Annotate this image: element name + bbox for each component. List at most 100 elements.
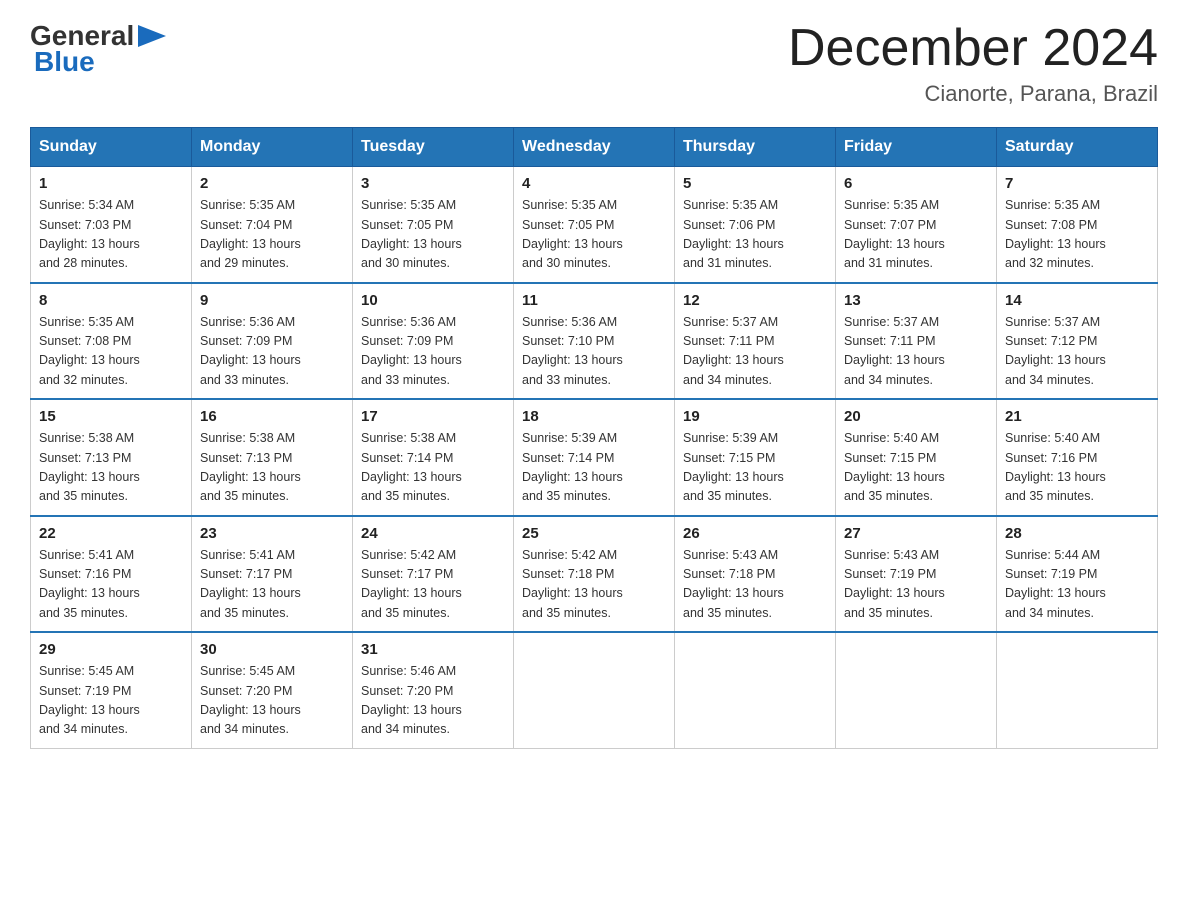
col-sunday: Sunday [31, 128, 192, 167]
table-row: 11 Sunrise: 5:36 AM Sunset: 7:10 PM Dayl… [514, 283, 675, 400]
table-row: 25 Sunrise: 5:42 AM Sunset: 7:18 PM Dayl… [514, 516, 675, 633]
calendar-week-row: 8 Sunrise: 5:35 AM Sunset: 7:08 PM Dayli… [31, 283, 1158, 400]
day-number: 13 [844, 292, 988, 309]
table-row: 13 Sunrise: 5:37 AM Sunset: 7:11 PM Dayl… [836, 283, 997, 400]
col-monday: Monday [192, 128, 353, 167]
day-number: 6 [844, 175, 988, 192]
day-info: Sunrise: 5:44 AM Sunset: 7:19 PM Dayligh… [1005, 546, 1149, 624]
day-number: 9 [200, 292, 344, 309]
day-number: 14 [1005, 292, 1149, 309]
table-row: 1 Sunrise: 5:34 AM Sunset: 7:03 PM Dayli… [31, 167, 192, 283]
day-info: Sunrise: 5:43 AM Sunset: 7:18 PM Dayligh… [683, 546, 827, 624]
day-number: 17 [361, 408, 505, 425]
month-title: December 2024 [788, 20, 1158, 77]
day-number: 15 [39, 408, 183, 425]
table-row [514, 632, 675, 748]
day-number: 16 [200, 408, 344, 425]
day-number: 31 [361, 641, 505, 658]
table-row [675, 632, 836, 748]
day-info: Sunrise: 5:40 AM Sunset: 7:16 PM Dayligh… [1005, 429, 1149, 507]
day-number: 29 [39, 641, 183, 658]
table-row: 16 Sunrise: 5:38 AM Sunset: 7:13 PM Dayl… [192, 399, 353, 516]
day-info: Sunrise: 5:40 AM Sunset: 7:15 PM Dayligh… [844, 429, 988, 507]
table-row: 9 Sunrise: 5:36 AM Sunset: 7:09 PM Dayli… [192, 283, 353, 400]
day-info: Sunrise: 5:41 AM Sunset: 7:16 PM Dayligh… [39, 546, 183, 624]
logo-flag-icon [136, 23, 168, 49]
day-number: 11 [522, 292, 666, 309]
calendar-header-row: Sunday Monday Tuesday Wednesday Thursday… [31, 128, 1158, 167]
table-row: 26 Sunrise: 5:43 AM Sunset: 7:18 PM Dayl… [675, 516, 836, 633]
table-row: 8 Sunrise: 5:35 AM Sunset: 7:08 PM Dayli… [31, 283, 192, 400]
day-info: Sunrise: 5:45 AM Sunset: 7:20 PM Dayligh… [200, 662, 344, 740]
day-info: Sunrise: 5:39 AM Sunset: 7:15 PM Dayligh… [683, 429, 827, 507]
table-row: 12 Sunrise: 5:37 AM Sunset: 7:11 PM Dayl… [675, 283, 836, 400]
day-info: Sunrise: 5:37 AM Sunset: 7:11 PM Dayligh… [844, 313, 988, 391]
day-number: 19 [683, 408, 827, 425]
day-info: Sunrise: 5:36 AM Sunset: 7:09 PM Dayligh… [200, 313, 344, 391]
table-row: 22 Sunrise: 5:41 AM Sunset: 7:16 PM Dayl… [31, 516, 192, 633]
day-info: Sunrise: 5:46 AM Sunset: 7:20 PM Dayligh… [361, 662, 505, 740]
table-row: 27 Sunrise: 5:43 AM Sunset: 7:19 PM Dayl… [836, 516, 997, 633]
table-row [997, 632, 1158, 748]
table-row: 30 Sunrise: 5:45 AM Sunset: 7:20 PM Dayl… [192, 632, 353, 748]
day-number: 22 [39, 525, 183, 542]
table-row: 19 Sunrise: 5:39 AM Sunset: 7:15 PM Dayl… [675, 399, 836, 516]
day-info: Sunrise: 5:38 AM Sunset: 7:13 PM Dayligh… [39, 429, 183, 507]
day-info: Sunrise: 5:42 AM Sunset: 7:17 PM Dayligh… [361, 546, 505, 624]
day-number: 7 [1005, 175, 1149, 192]
day-info: Sunrise: 5:35 AM Sunset: 7:05 PM Dayligh… [522, 196, 666, 274]
day-number: 18 [522, 408, 666, 425]
table-row: 21 Sunrise: 5:40 AM Sunset: 7:16 PM Dayl… [997, 399, 1158, 516]
day-info: Sunrise: 5:45 AM Sunset: 7:19 PM Dayligh… [39, 662, 183, 740]
day-number: 10 [361, 292, 505, 309]
table-row: 4 Sunrise: 5:35 AM Sunset: 7:05 PM Dayli… [514, 167, 675, 283]
day-info: Sunrise: 5:35 AM Sunset: 7:08 PM Dayligh… [39, 313, 183, 391]
col-thursday: Thursday [675, 128, 836, 167]
calendar-table: Sunday Monday Tuesday Wednesday Thursday… [30, 127, 1158, 749]
day-number: 1 [39, 175, 183, 192]
table-row: 2 Sunrise: 5:35 AM Sunset: 7:04 PM Dayli… [192, 167, 353, 283]
day-info: Sunrise: 5:34 AM Sunset: 7:03 PM Dayligh… [39, 196, 183, 274]
table-row: 15 Sunrise: 5:38 AM Sunset: 7:13 PM Dayl… [31, 399, 192, 516]
day-number: 27 [844, 525, 988, 542]
col-saturday: Saturday [997, 128, 1158, 167]
day-number: 2 [200, 175, 344, 192]
day-info: Sunrise: 5:43 AM Sunset: 7:19 PM Dayligh… [844, 546, 988, 624]
day-number: 20 [844, 408, 988, 425]
table-row: 18 Sunrise: 5:39 AM Sunset: 7:14 PM Dayl… [514, 399, 675, 516]
calendar-week-row: 22 Sunrise: 5:41 AM Sunset: 7:16 PM Dayl… [31, 516, 1158, 633]
day-number: 25 [522, 525, 666, 542]
calendar-week-row: 29 Sunrise: 5:45 AM Sunset: 7:19 PM Dayl… [31, 632, 1158, 748]
logo-blue-text: Blue [34, 46, 95, 78]
day-number: 26 [683, 525, 827, 542]
table-row: 5 Sunrise: 5:35 AM Sunset: 7:06 PM Dayli… [675, 167, 836, 283]
col-wednesday: Wednesday [514, 128, 675, 167]
table-row: 3 Sunrise: 5:35 AM Sunset: 7:05 PM Dayli… [353, 167, 514, 283]
day-info: Sunrise: 5:35 AM Sunset: 7:08 PM Dayligh… [1005, 196, 1149, 274]
calendar-week-row: 1 Sunrise: 5:34 AM Sunset: 7:03 PM Dayli… [31, 167, 1158, 283]
day-info: Sunrise: 5:38 AM Sunset: 7:13 PM Dayligh… [200, 429, 344, 507]
col-friday: Friday [836, 128, 997, 167]
table-row: 28 Sunrise: 5:44 AM Sunset: 7:19 PM Dayl… [997, 516, 1158, 633]
day-number: 8 [39, 292, 183, 309]
table-row: 24 Sunrise: 5:42 AM Sunset: 7:17 PM Dayl… [353, 516, 514, 633]
day-info: Sunrise: 5:37 AM Sunset: 7:12 PM Dayligh… [1005, 313, 1149, 391]
day-info: Sunrise: 5:39 AM Sunset: 7:14 PM Dayligh… [522, 429, 666, 507]
day-info: Sunrise: 5:42 AM Sunset: 7:18 PM Dayligh… [522, 546, 666, 624]
table-row: 6 Sunrise: 5:35 AM Sunset: 7:07 PM Dayli… [836, 167, 997, 283]
title-section: December 2024 Cianorte, Parana, Brazil [788, 20, 1158, 107]
day-info: Sunrise: 5:35 AM Sunset: 7:05 PM Dayligh… [361, 196, 505, 274]
page-header: General Blue December 2024 Cianorte, Par… [30, 20, 1158, 107]
table-row: 10 Sunrise: 5:36 AM Sunset: 7:09 PM Dayl… [353, 283, 514, 400]
table-row: 7 Sunrise: 5:35 AM Sunset: 7:08 PM Dayli… [997, 167, 1158, 283]
day-number: 3 [361, 175, 505, 192]
day-info: Sunrise: 5:35 AM Sunset: 7:06 PM Dayligh… [683, 196, 827, 274]
day-info: Sunrise: 5:37 AM Sunset: 7:11 PM Dayligh… [683, 313, 827, 391]
day-info: Sunrise: 5:38 AM Sunset: 7:14 PM Dayligh… [361, 429, 505, 507]
day-info: Sunrise: 5:41 AM Sunset: 7:17 PM Dayligh… [200, 546, 344, 624]
table-row: 23 Sunrise: 5:41 AM Sunset: 7:17 PM Dayl… [192, 516, 353, 633]
table-row: 17 Sunrise: 5:38 AM Sunset: 7:14 PM Dayl… [353, 399, 514, 516]
day-number: 21 [1005, 408, 1149, 425]
location: Cianorte, Parana, Brazil [788, 81, 1158, 107]
table-row: 20 Sunrise: 5:40 AM Sunset: 7:15 PM Dayl… [836, 399, 997, 516]
